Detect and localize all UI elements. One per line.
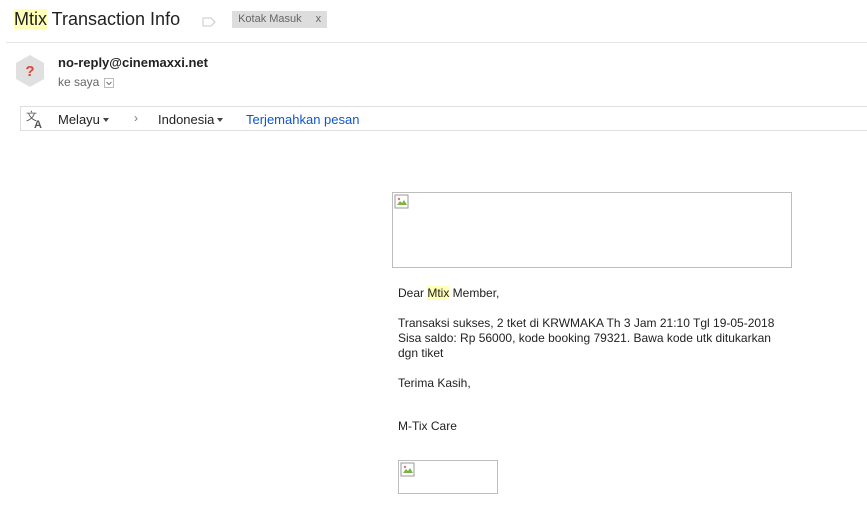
recipient-text: ke saya <box>58 75 100 89</box>
translate-icon: 文 A <box>25 109 45 131</box>
translate-bar: 文 A Melayu › Indonesia Terjemahkan pesan <box>20 106 867 131</box>
broken-image-icon <box>400 462 415 477</box>
target-language-label: Indonesia <box>158 112 215 127</box>
remove-label-button[interactable]: x <box>316 13 322 25</box>
broken-image-icon <box>394 194 409 209</box>
closing-line: Terima Kasih, <box>398 376 471 390</box>
greeting-pre: Dear <box>398 286 428 300</box>
greeting-post: Member, <box>449 286 500 300</box>
source-language-label: Melayu <box>58 112 100 127</box>
signature: M-Tix Care <box>398 419 457 433</box>
greeting: Dear Mtix Member, <box>398 286 788 301</box>
email-subject: Mtix Transaction Info <box>14 8 181 30</box>
svg-text:A: A <box>34 119 42 129</box>
greeting-highlight: Mtix <box>427 286 450 300</box>
subject-text: Transaction Info <box>47 8 181 29</box>
banner-image-placeholder <box>392 192 792 268</box>
sender-avatar[interactable]: ? <box>15 54 45 88</box>
svg-text:?: ? <box>25 63 34 80</box>
language-arrow-icon: › <box>134 111 138 125</box>
label-tag-icon[interactable] <box>202 14 216 27</box>
translate-message-link[interactable]: Terjemahkan pesan <box>246 112 359 127</box>
sender-email[interactable]: no-reply@cinemaxxi.net <box>58 55 208 70</box>
source-language-select[interactable]: Melayu <box>58 112 109 127</box>
recipient-row: ke saya <box>58 75 115 89</box>
recipient-details-dropdown[interactable] <box>104 78 115 88</box>
footer-image-placeholder <box>398 460 498 494</box>
label-chip-text: Kotak Masuk <box>238 13 302 25</box>
header-divider <box>6 42 867 43</box>
label-chip-inbox[interactable]: Kotak Masuk x <box>232 10 328 28</box>
target-caret-icon <box>217 117 224 122</box>
message-body: Dear Mtix Member, Transaksi sukses, 2 tk… <box>398 286 788 434</box>
source-caret-icon <box>102 117 109 122</box>
subject-row: Mtix Transaction Info Kotak Masuk x <box>14 6 328 32</box>
transaction-paragraph: Transaksi sukses, 2 tket di KRWMAKA Th 3… <box>398 316 775 360</box>
target-language-select[interactable]: Indonesia <box>158 112 224 127</box>
subject-highlight: Mtix <box>14 8 47 29</box>
